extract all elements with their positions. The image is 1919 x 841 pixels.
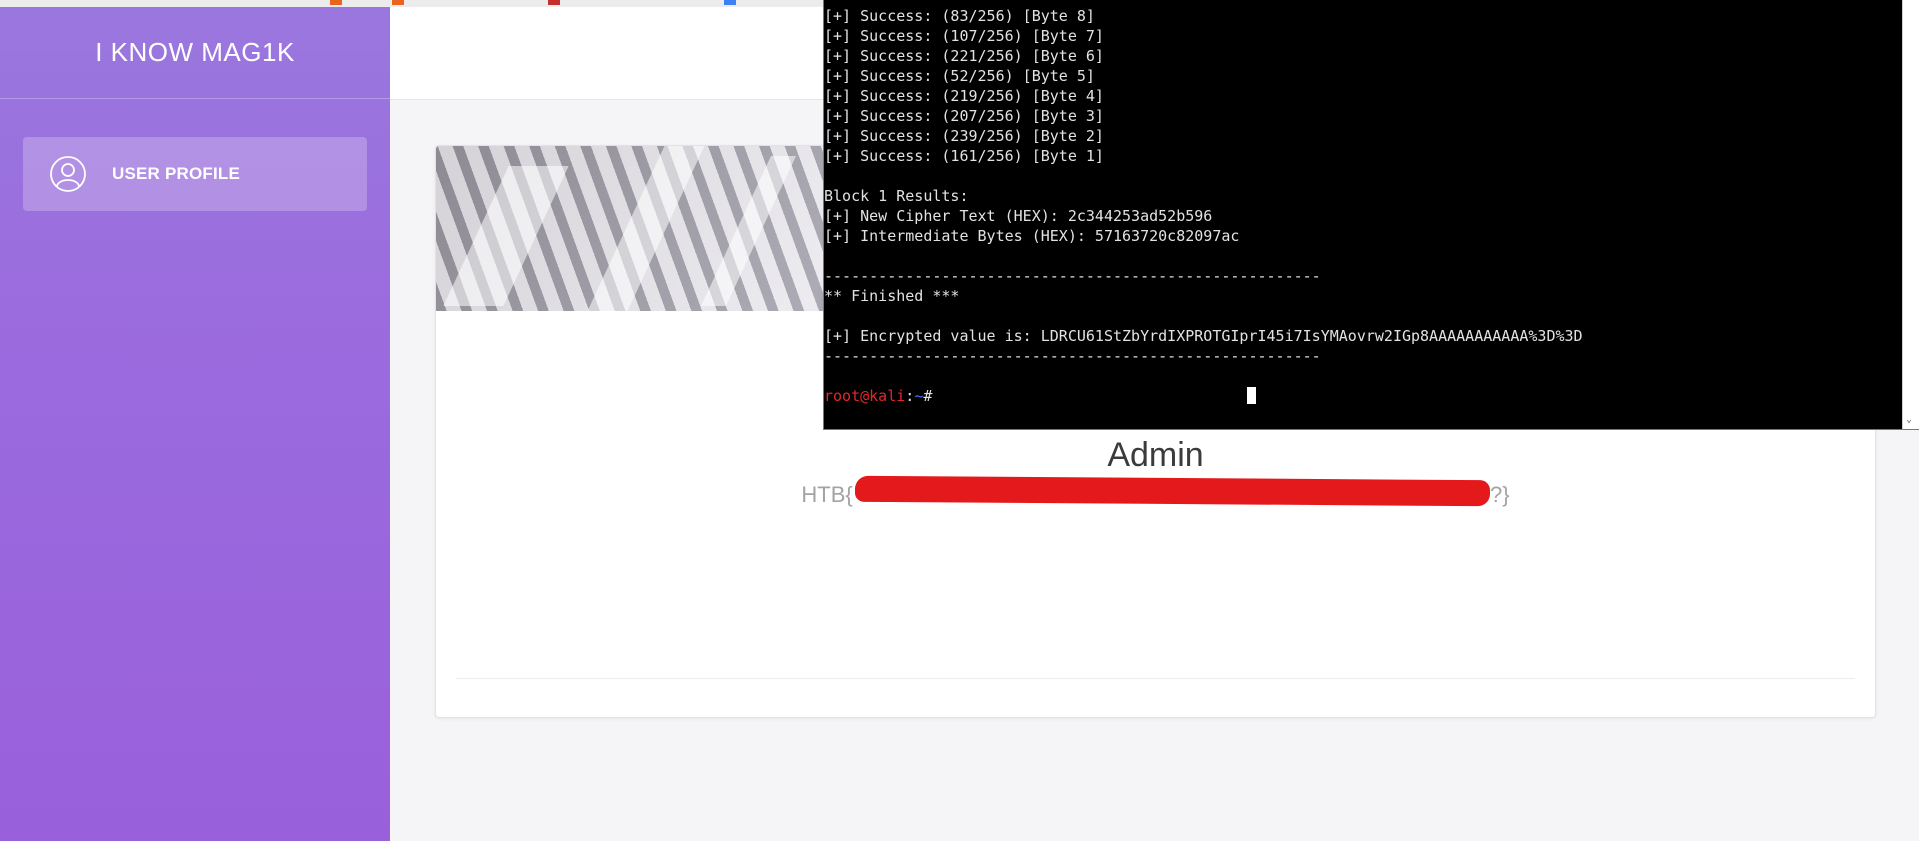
card-divider [456,678,1855,679]
user-icon [49,155,87,193]
tab-favicon [392,0,404,5]
terminal-line: [+] Encrypted value is: LDRCU61StZbYrdIX… [824,327,1583,345]
terminal-line: [+] Success: (161/256) [Byte 1] [824,147,1104,165]
terminal-line: Block 1 Results: [824,187,969,205]
cover-image-detail [587,146,705,311]
terminal-line: [+] Success: (239/256) [Byte 2] [824,127,1104,145]
tab-favicon [548,0,560,5]
brand-title[interactable]: I KNOW MAG1K [0,7,390,99]
terminal-line: [+] Success: (83/256) [Byte 8] [824,7,1095,25]
chevron-down-icon[interactable]: ⌄ [1906,415,1916,425]
terminal-line: ----------------------------------------… [824,267,1321,285]
tab-favicon [330,0,342,5]
prompt-symbol: # [923,387,933,405]
terminal-line: ----------------------------------------… [824,347,1321,365]
terminal-line: [+] Intermediate Bytes (HEX): 57163720c8… [824,227,1240,245]
prompt-user: root@kali [824,387,906,405]
profile-name: Admin [1107,436,1204,474]
prompt-separator: : [905,387,915,405]
terminal-scrollbar[interactable]: ⌄ [1902,0,1919,429]
sidebar-item-label: USER PROFILE [112,164,241,183]
terminal-prompt[interactable]: root@kali:~# [824,386,932,406]
cover-image-detail [701,156,796,306]
terminal-line: [+] New Cipher Text (HEX): 2c344253ad52b… [824,207,1213,225]
prompt-path: ~ [914,387,924,405]
flag-prefix: HTB{ [801,482,853,507]
cover-image-detail [443,166,569,306]
tab-favicon [724,0,736,5]
terminal-window[interactable]: [+] Success: (83/256) [Byte 8] [+] Succes… [823,0,1919,430]
terminal-line: [+] Success: (207/256) [Byte 3] [824,107,1104,125]
terminal-output: [+] Success: (83/256) [Byte 8] [+] Succes… [824,6,1583,386]
sidebar: I KNOW MAG1K USER PROFILE [0,7,390,841]
terminal-cursor [1247,387,1256,404]
redaction-mark [854,475,1491,507]
terminal-line: [+] Success: (221/256) [Byte 6] [824,47,1104,65]
browser-tab-strip [0,0,823,7]
sidebar-item-user-profile[interactable]: USER PROFILE [23,137,367,211]
terminal-line: [+] Success: (107/256) [Byte 7] [824,27,1104,45]
terminal-line: [+] Success: (52/256) [Byte 5] [824,67,1095,85]
terminal-line: [+] Success: (219/256) [Byte 4] [824,87,1104,105]
terminal-line: ** Finished *** [824,287,960,305]
